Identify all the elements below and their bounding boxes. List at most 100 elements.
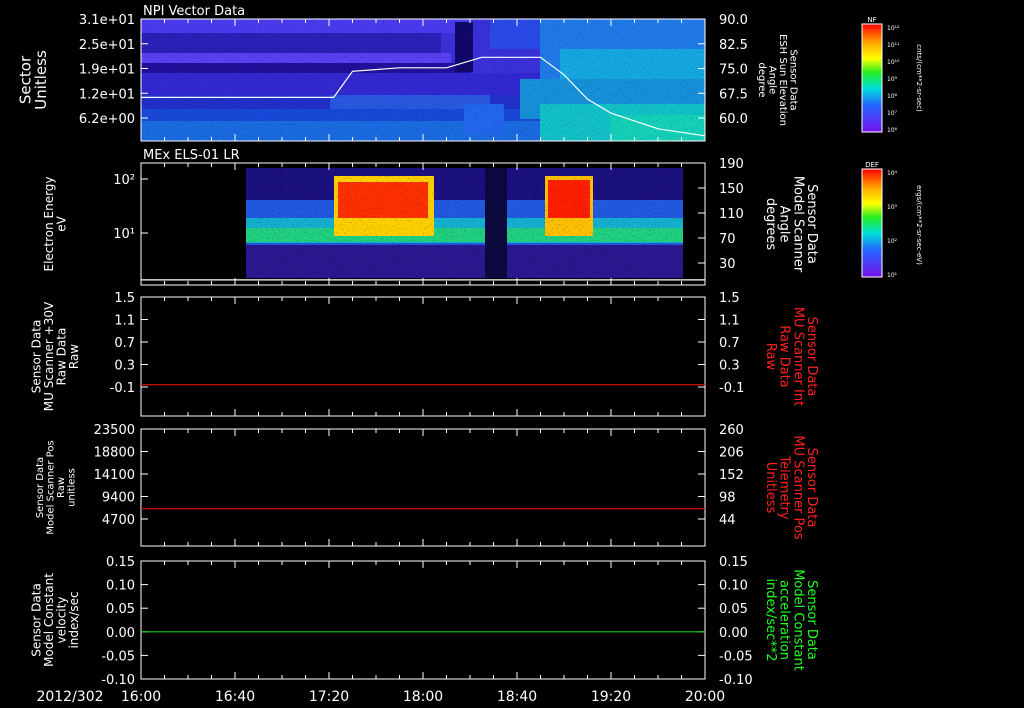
colorbar-2: DEF ergs/(cm**2-sr-sec-eV) 10⁴ 10³ 10² 10¹: [861, 161, 923, 279]
y-tick-label: -0.1: [110, 381, 135, 396]
colorbar-tick-label: 10⁶: [887, 127, 898, 134]
y-tick-label: 0.10: [106, 579, 135, 594]
y-tick-label: -0.05: [101, 649, 135, 664]
colorbar-tick-label: 10¹: [887, 272, 898, 279]
date-label: 2012/302: [36, 689, 103, 705]
y-axis-label: Sensor Data Model Scanner Pos Raw unitless: [35, 440, 78, 534]
panel-3: 1.5 1.1 0.7 0.3 -0.1 1.5 1.1 0.7 0.3 -0.1 Sensor D…: [29, 291, 819, 417]
y-tick-label: 10²: [113, 173, 135, 188]
y2-tick-label: 98: [719, 491, 736, 506]
panel-4: 23500 18800 14100 9400 4700 260 206 152 98 44 Sens…: [35, 423, 819, 547]
y2-axis-label: Sensor DataModel ScannerAngledegrees: [763, 176, 819, 273]
y-axis-label: Sensor DataModel Constantvelocityindex/s…: [29, 573, 81, 667]
y-axis-label-line: Raw: [56, 477, 67, 498]
y-tick-label: 18800: [94, 446, 135, 461]
y-axis-label-line: eV: [55, 215, 69, 231]
y2-tick-label: 206: [719, 446, 744, 461]
y-tick-label: 1.1: [114, 314, 135, 329]
y2-tick-label: -0.1: [719, 381, 744, 396]
colorbar-1-label: NF: [867, 16, 876, 24]
y-tick-label: 0.7: [114, 336, 135, 351]
y-tick-label: 0.05: [106, 602, 135, 617]
y2-axis-label-line: ESH Sun Elevation: [777, 34, 788, 126]
y2-tick-label: 110: [719, 207, 744, 222]
time-axis: 16:00 16:40 17:20 18:00 18:40 19:20 20:00 2012/…: [36, 689, 725, 705]
y2-tick-label: 1.5: [719, 291, 740, 306]
y-tick-label: 0.3: [114, 359, 135, 374]
y2-tick-label: 190: [719, 157, 744, 172]
y2-tick-label: 0.10: [719, 579, 748, 594]
y2-tick-label: 0.3: [719, 359, 740, 374]
y2-tick-label: 150: [719, 182, 744, 197]
colorbar-2-label: DEF: [865, 161, 879, 169]
time-tick-label: 20:00: [685, 689, 725, 705]
y-axis-label: SectorUnitless: [16, 50, 50, 110]
y-tick-label: 10¹: [113, 227, 135, 242]
panel-title: NPI Vector Data: [143, 4, 245, 19]
y-axis-label-line: Raw: [67, 344, 81, 369]
y2-tick-label: 0.05: [719, 602, 748, 617]
time-tick-label: 16:40: [215, 689, 255, 705]
panel-frame: [140, 296, 706, 417]
colorbar-tick-label: 10⁷: [887, 110, 898, 117]
multi-panel-plot: NF cnts/(cm**2-sr-sec) 10¹²10¹¹10¹⁰10⁹10…: [16, 4, 923, 705]
y-tick-label: 1.2e+01: [79, 87, 135, 102]
y-axis-label-line: unitless: [66, 468, 77, 507]
y2-axis-label-line: degrees: [763, 198, 778, 251]
y-tick-label: 6.2e+00: [79, 112, 135, 127]
y2-axis-label-line: Sensor Data: [787, 49, 798, 110]
y2-axis-label: Sensor DataMU Scanner PosTelemetryUnitle…: [763, 435, 819, 540]
y-tick-label: 4700: [102, 513, 135, 528]
colorbar-tick-label: 10¹²: [887, 25, 900, 32]
y-tick-label: 23500: [94, 423, 135, 438]
panel-frame: [140, 428, 706, 547]
colorbar-tick-label: 10³: [887, 204, 898, 211]
y2-axis-label-line: Raw: [763, 343, 778, 371]
y-tick-label: -0.10: [101, 673, 135, 688]
time-tick-label: 18:00: [403, 689, 443, 705]
y-tick-label: 3.1e+01: [79, 13, 135, 28]
y2-tick-label: 0.7: [719, 336, 740, 351]
panel-1-heatmap: [141, 19, 705, 141]
y2-tick-label: 0.00: [719, 626, 748, 641]
time-tick-label: 18:40: [497, 689, 537, 705]
y-axis-label-line: Model Scanner Pos: [45, 440, 56, 534]
y2-tick-label: 70: [719, 232, 736, 247]
time-tick-label: 19:20: [591, 689, 631, 705]
y-axis-label: Electron EnergyeV: [42, 176, 69, 271]
panel-2-heatmap: [141, 163, 705, 285]
y-axis-label-line: index/sec: [67, 591, 81, 648]
y2-axis-label: Sensor DataESH Sun ElevationAngledegree: [756, 34, 799, 126]
y2-tick-label: 260: [719, 423, 744, 438]
y-tick-label: 0.15: [106, 555, 135, 570]
y-axis-label-line: Unitless: [32, 50, 50, 110]
y-tick-label: 2.5e+01: [79, 38, 135, 53]
panel-title: MEx ELS-01 LR: [143, 148, 240, 163]
panel-5: 0.15 0.10 0.05 0.00 -0.05 -0.10 0.15 0.10 0.05 0.…: [29, 555, 819, 688]
y2-axis-label-line: Angle: [766, 66, 777, 94]
y2-tick-label: 90.0: [719, 13, 748, 28]
y-tick-label: 9400: [102, 491, 135, 506]
time-tick-label: 17:20: [309, 689, 349, 705]
colorbar-tick-label: 10²: [887, 238, 898, 245]
colorbar-1-units: cnts/(cm**2-sr-sec): [915, 44, 923, 112]
y2-tick-label: 0.15: [719, 555, 748, 570]
y2-axis-label: Sensor DataModel Constantaccelerationind…: [763, 569, 819, 671]
y2-tick-label: 1.1: [719, 314, 740, 329]
y-axis-label: Sensor DataMU Scanner +30VRaw DataRaw: [29, 301, 81, 411]
colorbar-tick-label: 10⁹: [887, 76, 898, 83]
y2-tick-label: 44: [719, 513, 736, 528]
y2-tick-label: -0.05: [719, 649, 753, 664]
y2-axis-label-line: degree: [756, 62, 767, 97]
colorbar-2-units: ergs/(cm**2-sr-sec-eV): [915, 185, 923, 265]
panel-frame: [140, 560, 706, 680]
y2-tick-label: 75.0: [719, 63, 748, 78]
y2-tick-label: 60.0: [719, 112, 748, 127]
colorbar-1: NF cnts/(cm**2-sr-sec) 10¹²10¹¹10¹⁰10⁹10…: [861, 16, 923, 134]
colorbar-tick-label: 10¹¹: [887, 42, 900, 49]
y2-tick-label: -0.10: [719, 673, 753, 688]
y2-tick-label: 30: [719, 257, 736, 272]
y2-axis-label-line: Unitless: [763, 462, 778, 514]
y2-axis-label-line: index/sec**2: [763, 578, 778, 661]
y-axis-label-line: Sensor Data: [35, 457, 46, 518]
